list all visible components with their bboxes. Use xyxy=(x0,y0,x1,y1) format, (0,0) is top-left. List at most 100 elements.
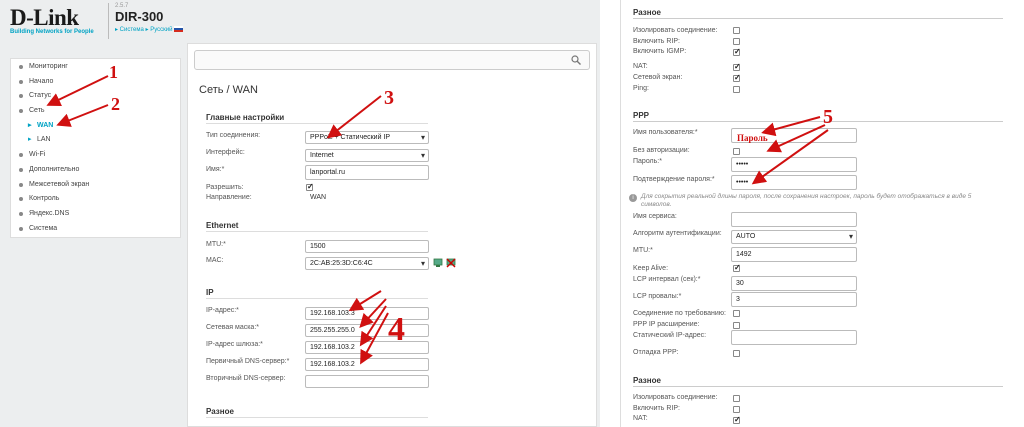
ppp-debug-checkbox[interactable] xyxy=(733,350,740,357)
sidebar-item-status[interactable]: Статус xyxy=(11,89,180,104)
mac-select[interactable]: 2C:AB:25:3D:C6:4C xyxy=(305,257,429,270)
name-field[interactable]: lanportal.ru xyxy=(305,165,429,180)
misc-heading: Разное xyxy=(633,8,1003,19)
sidebar-item-yandex-dns[interactable]: Яндекс.DNS xyxy=(11,207,180,222)
ppp-ip-ext-label: PPP IP расширение: xyxy=(633,321,700,328)
firewall-label: Сетевой экран: xyxy=(633,74,683,81)
misc2-isolate-checkbox[interactable] xyxy=(733,395,740,402)
russia-flag-icon xyxy=(174,26,184,33)
rip-checkbox[interactable] xyxy=(733,38,740,45)
info-icon: i xyxy=(629,194,637,202)
password-label: Пароль:* xyxy=(633,158,662,165)
sidebar-item-lan[interactable]: LAN xyxy=(11,133,180,148)
language-link[interactable]: ▸ Русский xyxy=(146,27,173,33)
allow-checkbox[interactable] xyxy=(306,182,314,191)
gateway-field[interactable]: 192.168.103.2 xyxy=(305,341,429,354)
eth-mtu-field[interactable]: 1500 xyxy=(305,240,429,253)
ppp-ip-ext-checkbox[interactable] xyxy=(733,322,740,329)
sidebar-item-control[interactable]: Контроль xyxy=(11,192,180,207)
misc2-nat-checkbox[interactable] xyxy=(733,415,741,424)
service-name-label: Имя сервиса: xyxy=(633,213,677,220)
clone-mac-icon[interactable] xyxy=(433,258,443,268)
section-general-heading: Главные настройки xyxy=(206,113,428,124)
misc2-rip-label: Включить RIP: xyxy=(633,405,680,412)
misc2-rip-checkbox[interactable] xyxy=(733,406,740,413)
keepalive-label: Keep Alive: xyxy=(633,265,669,272)
sidebar-item-network[interactable]: Сеть xyxy=(11,104,180,119)
dlink-logo: D-Link Building Networks for People xyxy=(10,5,94,35)
system-link[interactable]: ▸ Система xyxy=(115,27,144,33)
password-field[interactable]: ••••• xyxy=(731,157,857,172)
search-input[interactable] xyxy=(194,50,590,70)
interface-label: Интерфейс: xyxy=(206,149,245,156)
model-block: 2.5.7 DIR-300 ▸ Система ▸ Русский xyxy=(108,3,184,39)
interface-select[interactable]: Internet xyxy=(305,149,429,162)
nat-checkbox[interactable] xyxy=(733,62,741,71)
igmp-checkbox[interactable] xyxy=(733,47,741,56)
sidebar-item-monitoring[interactable]: Мониторинг xyxy=(11,60,180,75)
page-title: Сеть / WAN xyxy=(199,84,258,96)
search-icon[interactable] xyxy=(571,55,581,65)
subnet-mask-label: Сетевая маска:* xyxy=(206,324,259,331)
auth-algo-select[interactable]: AUTO xyxy=(731,230,857,244)
misc2-heading: Разное xyxy=(633,376,1003,387)
section-misc-heading: Разное xyxy=(206,407,428,418)
primary-dns-field[interactable]: 192.168.103.2 xyxy=(305,358,429,371)
gateway-label: IP-адрес шлюза:* xyxy=(206,341,263,348)
allow-label: Разрешить: xyxy=(206,184,244,191)
isolate-checkbox[interactable] xyxy=(733,27,740,34)
sidebar-item-start[interactable]: Начало xyxy=(11,75,180,90)
ip-address-label: IP-адрес:* xyxy=(206,307,239,314)
firewall-checkbox[interactable] xyxy=(733,73,741,82)
lcp-failures-label: LCP провалы:* xyxy=(633,293,682,300)
misc2-isolate-label: Изолировать соединение: xyxy=(633,394,718,401)
noauth-checkbox[interactable] xyxy=(733,148,740,155)
sidebar-item-wan[interactable]: WAN xyxy=(11,119,180,134)
secondary-dns-label: Вторичный DNS-сервер: xyxy=(206,375,286,382)
conn-type-label: Тип соединения: xyxy=(206,132,261,139)
nat-label: NAT: xyxy=(633,63,648,70)
ppp-heading: PPP xyxy=(633,111,1003,122)
static-ip-label: Статический IP-адрес: xyxy=(633,332,707,339)
eth-mtu-label: MTU:* xyxy=(206,241,226,248)
misc2-nat-label: NAT: xyxy=(633,415,648,422)
service-name-field[interactable] xyxy=(731,212,857,227)
password-hint-annotation: Пароль xyxy=(737,133,768,143)
on-demand-label: Соединение по требованию: xyxy=(633,310,727,317)
name-label: Имя:* xyxy=(206,166,225,173)
restore-mac-icon[interactable] xyxy=(446,258,456,268)
ppp-user-label: Имя пользователя:* xyxy=(633,129,698,136)
primary-dns-label: Первичный DNS-сервер:* xyxy=(206,358,290,365)
direction-value: WAN xyxy=(310,194,327,201)
section-ip-heading: IP xyxy=(206,288,428,299)
auth-algo-label: Алгоритм аутентификации: xyxy=(633,230,722,237)
lcp-interval-label: LCP интервал (сек):* xyxy=(633,276,701,283)
sidebar-item-system[interactable]: Система xyxy=(11,222,180,237)
secondary-dns-field[interactable] xyxy=(305,375,429,388)
sidebar-nav: Мониторинг Начало Статус Сеть WAN LAN Wi… xyxy=(10,58,181,239)
ping-checkbox[interactable] xyxy=(733,86,740,93)
ppp-debug-label: Отладка PPP: xyxy=(633,349,679,356)
rip-label: Включить RIP: xyxy=(633,38,680,45)
ip-address-field[interactable]: 192.168.103.3 xyxy=(305,307,429,320)
isolate-label: Изолировать соединение: xyxy=(633,27,718,34)
sidebar-item-wifi[interactable]: Wi-Fi xyxy=(11,148,180,163)
logo-tagline: Building Networks for People xyxy=(10,29,94,35)
lcp-interval-field[interactable]: 30 xyxy=(731,276,857,291)
conn-type-select[interactable]: PPPoE + Статический IP xyxy=(305,131,429,144)
on-demand-checkbox[interactable] xyxy=(733,310,740,317)
keepalive-checkbox[interactable] xyxy=(733,263,741,272)
static-ip-field[interactable] xyxy=(731,330,857,345)
subnet-mask-field[interactable]: 255.255.255.0 xyxy=(305,324,429,337)
lcp-failures-field[interactable]: 3 xyxy=(731,292,857,307)
confirm-password-label: Подтверждение пароля:* xyxy=(633,176,715,183)
confirm-password-field[interactable]: ••••• xyxy=(731,175,857,190)
router-ppp-settings-panel: Разное Изолировать соединение: Включить … xyxy=(620,0,1024,427)
ping-label: Ping: xyxy=(633,85,649,92)
ppp-mtu-field[interactable]: 1492 xyxy=(731,247,857,262)
mac-label: MAC: xyxy=(206,257,224,264)
sidebar-item-advanced[interactable]: Дополнительно xyxy=(11,163,180,178)
model-name: DIR-300 xyxy=(115,9,164,24)
sidebar-item-firewall[interactable]: Межсетевой экран xyxy=(11,178,180,193)
direction-label: Направление: xyxy=(206,194,252,201)
